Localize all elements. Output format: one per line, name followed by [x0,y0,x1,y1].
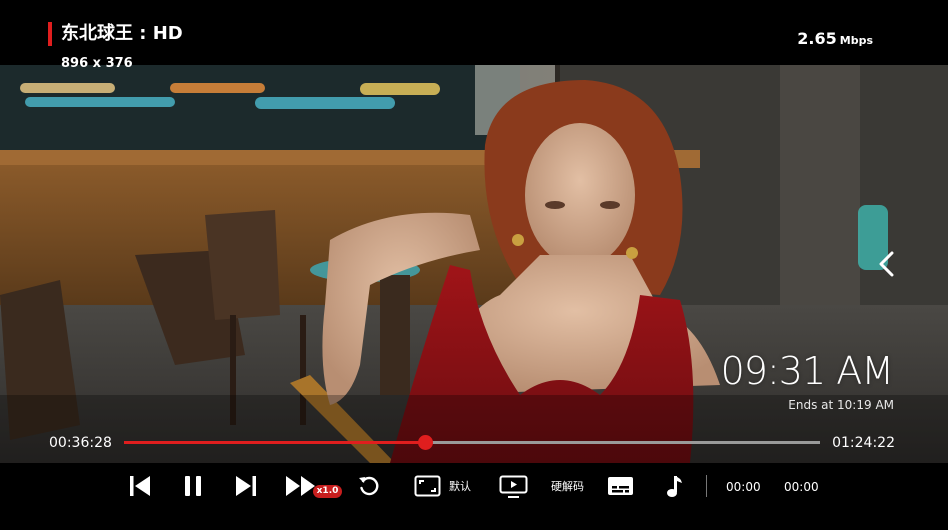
fast-forward-icon[interactable] [285,475,317,497]
skip-previous-icon[interactable] [128,475,152,497]
replay-icon[interactable] [357,474,381,498]
audio-time-b: 00:00 [784,480,819,494]
video-title: 东北球王 : HD [61,23,183,44]
title-accent-bar [48,22,52,46]
aspect-ratio-icon[interactable] [414,475,441,497]
total-time: 01:24:22 [832,435,895,451]
audio-time-a: 00:00 [726,480,761,494]
clock: 09:31 AM [720,349,894,393]
decoder-label[interactable]: 硬解码 [551,480,584,494]
aspect-ratio-label[interactable]: 默认 [449,480,471,494]
chevron-left-icon[interactable] [874,250,900,278]
skip-next-icon[interactable] [234,475,258,497]
progress-bar[interactable] [124,435,820,450]
subtitles-icon[interactable] [607,476,634,496]
top-bar: 东北球王 : HD 2.65 Mbps [0,0,948,65]
bitrate-value: 2.65 [797,29,837,48]
bitrate-readout: 2.65 Mbps [797,29,873,51]
resolution-label: 896 x 376 [61,56,133,71]
current-time: 00:36:28 [49,435,112,451]
progress-fill [124,441,425,444]
divider [706,475,707,497]
playback-speed-badge[interactable]: x1.0 [313,485,342,498]
control-bar: x1.0 默认 硬解码 00:00 00:00 [0,463,948,530]
bitrate-unit: Mbps [839,34,873,47]
ends-at-label: Ends at 10:19 AM [788,398,894,412]
decoder-icon[interactable] [499,475,528,499]
progress-thumb[interactable] [417,435,433,450]
music-note-icon[interactable] [665,474,683,498]
pause-icon[interactable] [182,475,204,497]
